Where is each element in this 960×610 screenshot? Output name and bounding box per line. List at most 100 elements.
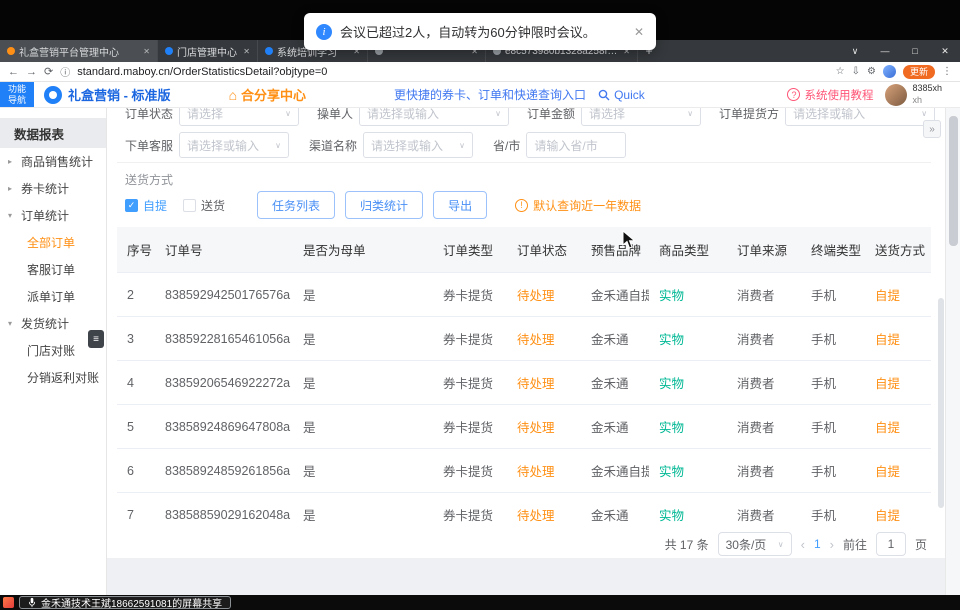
tab-search-icon[interactable]: ∨ — [840, 40, 870, 62]
sidebar-item-service-orders[interactable]: 客服订单 — [0, 256, 106, 283]
divider — [117, 162, 931, 163]
order-stats-card: » 订单状态 请选择 ∨ 操单人 请选择或输入 — [107, 108, 945, 558]
channel-name-select[interactable]: 请选择或输入 ∨ — [363, 132, 473, 158]
collapse-filters-button[interactable]: » — [923, 120, 941, 138]
checkbox-label: 送货 — [201, 197, 225, 214]
task-list-button[interactable]: 任务列表 — [257, 191, 335, 219]
sidebar-item-product-sales-stats[interactable]: ▸ 商品销售统计 — [0, 148, 106, 175]
nav-toggle-line1: 功能 — [8, 84, 26, 94]
prev-page-button[interactable]: ‹ — [801, 537, 805, 552]
extensions-icon[interactable]: ⚙ — [867, 66, 876, 77]
select-placeholder: 请选择或输入 — [371, 137, 443, 154]
checkbox-self-pickup[interactable]: ✓ 自提 — [125, 197, 167, 214]
chevron-down-icon: ∨ — [921, 109, 927, 118]
share-center-link[interactable]: ⌂ 合分享中心 — [229, 85, 306, 104]
window-minimize-button[interactable]: — — [870, 40, 900, 62]
page-scrollbar-thumb[interactable] — [949, 116, 958, 246]
col-order-source: 订单来源 — [727, 240, 801, 259]
page-scrollbar[interactable] — [945, 108, 960, 595]
sidebar-item-coupon-card-stats[interactable]: ▸ 券卡统计 — [0, 175, 106, 202]
window-close-button[interactable]: ✕ — [930, 40, 960, 62]
sidebar-collapse-handle[interactable]: ≡ — [88, 330, 104, 348]
cell-terminal-type: 手机 — [801, 505, 865, 524]
download-icon[interactable]: ⇩ — [852, 66, 860, 77]
sidebar-item-label: 全部订单 — [27, 234, 75, 251]
url-text[interactable]: standard.maboy.cn/OrderStatisticsDetail?… — [77, 66, 327, 78]
page-size-value: 30条/页 — [726, 536, 767, 553]
checkbox-unchecked-icon[interactable] — [183, 199, 196, 212]
next-page-button[interactable]: › — [830, 537, 834, 552]
window-controls: ∨ — □ ✕ — [840, 40, 960, 62]
function-nav-toggle[interactable]: 功能 导航 — [0, 82, 34, 107]
browser-tab[interactable]: 门店管理中心 ✕ — [158, 40, 258, 62]
cell-presale-brand: 金禾通 — [581, 505, 649, 524]
screen-share-text: 金禾通技术王斌18662591081的屏幕共享 — [41, 595, 222, 610]
screen-share-bottom-bar: 金禾通技术王斌18662591081的屏幕共享 — [0, 595, 960, 610]
province-city-input[interactable]: 请输入省/市 — [526, 132, 626, 158]
cell-order-source: 消费者 — [727, 505, 801, 524]
page-size-select[interactable]: 30条/页 ∨ — [718, 532, 792, 556]
sidebar-section-data-reports[interactable]: 数据报表 — [0, 118, 106, 148]
cell-terminal-type: 手机 — [801, 373, 865, 392]
forward-icon[interactable]: → — [26, 66, 37, 78]
sidebar-item-label: 派单订单 — [27, 288, 75, 305]
browser-update-button[interactable]: 更新 — [903, 65, 935, 79]
close-icon[interactable]: ✕ — [634, 25, 644, 39]
table-row[interactable]: 5 83858924869647808a 是 券卡提货 待处理 金禾通 实物 消… — [117, 405, 931, 449]
service-agent-select[interactable]: 请选择或输入 ∨ — [179, 132, 289, 158]
tab-title: 门店管理中心 — [177, 44, 237, 59]
reload-icon[interactable]: ⟳ — [44, 65, 53, 78]
order-status-select[interactable]: 请选择 ∨ — [179, 108, 299, 126]
sidebar-item-dispatch-orders[interactable]: 派单订单 — [0, 283, 106, 310]
operator-select[interactable]: 请选择或输入 ∨ — [359, 108, 509, 126]
current-page-number[interactable]: 1 — [814, 537, 821, 551]
browser-menu-icon[interactable]: ⋮ — [942, 66, 952, 77]
cell-order-status: 待处理 — [507, 461, 581, 480]
window-maximize-button[interactable]: □ — [900, 40, 930, 62]
cell-delivery-method: 自提 — [865, 373, 931, 392]
tab-close-icon[interactable]: ✕ — [243, 47, 250, 56]
bookmark-star-icon[interactable]: ☆ — [836, 66, 845, 77]
goto-unit: 页 — [915, 536, 927, 553]
sidebar-item-all-orders[interactable]: 全部订单 — [0, 229, 106, 256]
share-center-label: 合分享中心 — [241, 85, 306, 104]
checkbox-checked-icon[interactable]: ✓ — [125, 199, 138, 212]
select-placeholder: 请选择或输入 — [367, 108, 439, 122]
user-account[interactable]: 8385xh xh — [885, 83, 942, 106]
sidebar-item-order-stats[interactable]: ▾ 订单统计 — [0, 202, 106, 229]
filter-label: 下单客服 — [125, 137, 173, 154]
table-row[interactable]: 6 83858924859261856a 是 券卡提货 待处理 金禾通自提 实物… — [117, 449, 931, 493]
table-row[interactable]: 3 83859228165461056a 是 券卡提货 待处理 金禾通 实物 消… — [117, 317, 931, 361]
checkbox-delivery[interactable]: 送货 — [183, 197, 225, 214]
table-row[interactable]: 2 83859294250176576a 是 券卡提货 待处理 金禾通自提 实物… — [117, 273, 931, 317]
goto-page-input[interactable]: 1 — [876, 532, 906, 556]
url-bar-actions: ☆ ⇩ ⚙ 更新 ⋮ — [836, 65, 952, 79]
cell-order-type: 券卡提货 — [433, 461, 507, 480]
cell-delivery-method: 自提 — [865, 285, 931, 304]
sidebar-item-distribution-rebate[interactable]: 分销返利对账 — [0, 364, 106, 391]
back-icon[interactable]: ← — [8, 66, 19, 78]
browser-tab[interactable]: 礼盒营销平台管理中心 ✕ — [0, 40, 158, 62]
order-amount-select[interactable]: 请选择 ∨ — [581, 108, 701, 126]
select-placeholder: 请选择或输入 — [187, 137, 259, 154]
site-info-icon[interactable]: ⓘ — [60, 64, 70, 79]
table-row[interactable]: 7 83858859029162048a 是 券卡提货 待处理 金禾通 实物 消… — [117, 493, 931, 530]
cell-is-parent: 是 — [293, 373, 433, 392]
table-row[interactable]: 4 83859206546922272a 是 券卡提货 待处理 金禾通 实物 消… — [117, 361, 931, 405]
table-scrollbar-thumb[interactable] — [938, 298, 944, 508]
group-stats-button[interactable]: 归类统计 — [345, 191, 423, 219]
order-picker-select[interactable]: 请选择或输入 ∨ — [785, 108, 935, 126]
chevron-down-icon: ∨ — [459, 141, 465, 150]
tab-close-icon[interactable]: ✕ — [143, 47, 150, 56]
export-button[interactable]: 导出 — [433, 191, 487, 219]
browser-window: 礼盒营销平台管理中心 ✕ 门店管理中心 ✕ 系统培训学习 ✕ ✕ e8c5739… — [0, 40, 960, 595]
cell-presale-brand: 金禾通 — [581, 373, 649, 392]
filter-label: 省/市 — [493, 137, 520, 154]
browser-profile-avatar[interactable] — [883, 65, 896, 78]
cell-order-source: 消费者 — [727, 285, 801, 304]
cell-order-no: 83859294250176576a — [155, 288, 293, 302]
quick-entry-promo-text[interactable]: 更快捷的券卡、订单和快递查询入口 — [394, 86, 586, 103]
quick-search-link[interactable]: Quick — [598, 88, 645, 102]
system-tutorial-link[interactable]: ? 系统使用教程 — [787, 87, 873, 103]
filter-label: 操单人 — [317, 108, 353, 122]
